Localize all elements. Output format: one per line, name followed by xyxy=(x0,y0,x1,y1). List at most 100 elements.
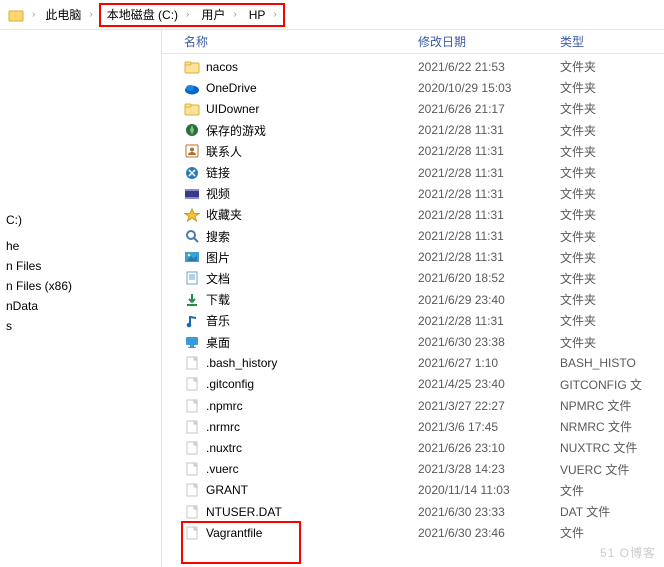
table-row[interactable]: 保存的游戏2021/2/28 11:31文件夹 xyxy=(162,120,664,141)
breadcrumb-item[interactable]: 本地磁盘 (C:) › xyxy=(101,4,196,26)
contacts-icon xyxy=(184,143,200,159)
file-name: 收藏夹 xyxy=(206,206,242,223)
table-row[interactable]: 联系人2021/2/28 11:31文件夹 xyxy=(162,141,664,162)
file-type: NUXTRC 文件 xyxy=(560,439,664,456)
file-name: 链接 xyxy=(206,164,230,181)
file-date: 2021/6/22 21:53 xyxy=(418,60,560,74)
file-type: BASH_HISTO xyxy=(560,356,664,370)
file-name: .nrmrc xyxy=(206,420,240,434)
favorites-icon xyxy=(184,207,200,223)
table-row[interactable]: 文档2021/6/20 18:52文件夹 xyxy=(162,268,664,289)
column-date[interactable]: 修改日期 xyxy=(418,33,560,50)
highlighted-path: 本地磁盘 (C:) › 用户 › HP › xyxy=(99,3,285,27)
column-type[interactable]: 类型 xyxy=(560,33,664,50)
file-date: 2021/2/28 11:31 xyxy=(418,314,560,328)
sidebar: C:) he n Files n Files (x86) nData s xyxy=(0,30,162,567)
sidebar-item[interactable]: C:) xyxy=(0,210,161,230)
file-name: .vuerc xyxy=(206,462,239,476)
breadcrumb-label: HP xyxy=(245,8,270,22)
file-type: 文件夹 xyxy=(560,228,664,245)
file-icon xyxy=(184,376,200,392)
breadcrumb[interactable]: › 此电脑 › 本地磁盘 (C:) › 用户 › HP › xyxy=(0,0,664,30)
file-icon xyxy=(184,504,200,520)
file-date: 2021/6/30 23:46 xyxy=(418,526,560,540)
file-name: 音乐 xyxy=(206,312,230,329)
table-row[interactable]: 图片2021/2/28 11:31文件夹 xyxy=(162,247,664,268)
file-name: 联系人 xyxy=(206,143,242,160)
file-date: 2021/6/26 21:17 xyxy=(418,102,560,116)
sidebar-item[interactable]: n Files xyxy=(0,256,161,276)
breadcrumb-item[interactable]: 此电脑 › xyxy=(39,4,98,26)
breadcrumb-label: 此电脑 xyxy=(41,6,85,23)
breadcrumb-label: 用户 xyxy=(197,6,229,23)
file-name: 视频 xyxy=(206,185,230,202)
table-row[interactable]: .npmrc2021/3/27 22:27NPMRC 文件 xyxy=(162,395,664,416)
chevron-right-icon[interactable]: › xyxy=(85,9,96,20)
chevron-right-icon[interactable]: › xyxy=(229,9,240,20)
file-date: 2021/3/6 17:45 xyxy=(418,420,560,434)
breadcrumb-item[interactable]: HP › xyxy=(243,4,283,26)
file-icon xyxy=(184,355,200,371)
file-icon xyxy=(184,525,200,541)
table-row[interactable]: NTUSER.DAT 2021/6/30 23:33DAT 文件 xyxy=(162,501,664,522)
breadcrumb-item[interactable]: 用户 › xyxy=(195,4,242,26)
file-date: 2021/6/30 23:33 xyxy=(418,505,560,519)
table-row[interactable]: nacos 2021/6/22 21:53文件夹 xyxy=(162,56,664,77)
file-date: 2021/2/28 11:31 xyxy=(418,208,560,222)
chevron-right-icon[interactable]: › xyxy=(269,9,280,20)
table-row[interactable]: .bash_history2021/6/27 1:10BASH_HISTO xyxy=(162,353,664,374)
rows-container: nacos2021/6/22 21:53文件夹OneDrive2020/10/2… xyxy=(162,54,664,543)
sidebar-item[interactable]: nData xyxy=(0,296,161,316)
sidebar-item[interactable]: n Files (x86) xyxy=(0,276,161,296)
table-row[interactable]: UIDowner2021/6/26 21:17文件夹 xyxy=(162,98,664,119)
chevron-right-icon[interactable]: › xyxy=(28,9,39,20)
column-name[interactable]: 名称 xyxy=(162,33,418,50)
file-date: 2021/2/28 11:31 xyxy=(418,166,560,180)
table-row[interactable]: 视频 2021/2/28 11:31文件夹 xyxy=(162,183,664,204)
desktop-icon xyxy=(184,334,200,350)
file-name: .bash_history xyxy=(206,356,277,370)
table-row[interactable]: .gitconfig2021/4/25 23:40GITCONFIG 文 xyxy=(162,374,664,395)
chevron-right-icon[interactable]: › xyxy=(182,9,193,20)
file-type: DAT 文件 xyxy=(560,503,664,520)
table-row[interactable]: .nrmrc 2021/3/6 17:45NRMRC 文件 xyxy=(162,416,664,437)
file-type: 文件夹 xyxy=(560,291,664,308)
file-name: .gitconfig xyxy=(206,377,254,391)
file-type: GITCONFIG 文 xyxy=(560,376,664,393)
onedrive-icon xyxy=(184,80,200,96)
table-row[interactable]: GRANT2020/11/14 11:03文件 xyxy=(162,480,664,501)
file-date: 2021/6/26 23:10 xyxy=(418,441,560,455)
file-icon xyxy=(184,461,200,477)
table-row[interactable]: 音乐2021/2/28 11:31文件夹 xyxy=(162,310,664,331)
table-row[interactable]: .nuxtrc2021/6/26 23:10NUXTRC 文件 xyxy=(162,437,664,458)
file-type: 文件夹 xyxy=(560,249,664,266)
file-date: 2020/11/14 11:03 xyxy=(418,483,560,497)
file-name: NTUSER.DAT xyxy=(206,505,282,519)
file-type: 文件夹 xyxy=(560,58,664,75)
pictures-icon xyxy=(184,249,200,265)
file-name: 下载 xyxy=(206,291,230,308)
table-row[interactable]: 桌面2021/6/30 23:38文件夹 xyxy=(162,331,664,352)
sidebar-item[interactable]: s xyxy=(0,316,161,336)
table-row[interactable]: Vagrantfile2021/6/30 23:46文件 xyxy=(162,522,664,543)
file-date: 2021/2/28 11:31 xyxy=(418,187,560,201)
table-row[interactable]: OneDrive2020/10/29 15:03文件夹 xyxy=(162,77,664,98)
file-date: 2021/2/28 11:31 xyxy=(418,144,560,158)
table-row[interactable]: 下载2021/6/29 23:40文件夹 xyxy=(162,289,664,310)
table-row[interactable]: 收藏夹2021/2/28 11:31文件夹 xyxy=(162,204,664,225)
table-row[interactable]: 链接2021/2/28 11:31文件夹 xyxy=(162,162,664,183)
table-row[interactable]: .vuerc2021/3/28 14:23VUERC 文件 xyxy=(162,459,664,480)
sidebar-item[interactable]: he xyxy=(0,236,161,256)
folder-icon xyxy=(8,7,24,23)
file-type: NRMRC 文件 xyxy=(560,418,664,435)
file-type: VUERC 文件 xyxy=(560,461,664,478)
breadcrumb-label: 本地磁盘 (C:) xyxy=(103,6,182,23)
file-name: 图片 xyxy=(206,249,230,266)
table-row[interactable]: 搜索2021/2/28 11:31文件夹 xyxy=(162,226,664,247)
file-name: nacos xyxy=(206,60,238,74)
file-type: 文件夹 xyxy=(560,185,664,202)
file-name: Vagrantfile xyxy=(206,526,262,540)
documents-icon xyxy=(184,270,200,286)
file-list: 名称 修改日期 类型 nacos2021/6/22 21:53文件夹OneDri… xyxy=(162,30,664,567)
games-icon xyxy=(184,122,200,138)
